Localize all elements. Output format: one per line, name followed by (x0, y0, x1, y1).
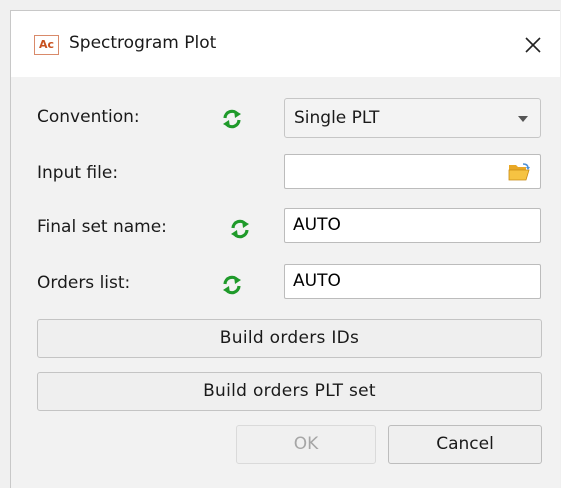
input-file-label: Input file: (37, 163, 119, 183)
screen: Ac Spectrogram Plot Convention: Single P… (0, 0, 561, 488)
refresh-icon (223, 109, 241, 129)
final-set-name-field[interactable]: AUTO (284, 208, 541, 243)
convention-selected-value: Single PLT (294, 108, 380, 128)
convention-label: Convention: (37, 107, 140, 127)
browse-file-button[interactable] (507, 162, 531, 182)
final-set-name-value: AUTO (293, 215, 341, 235)
build-orders-ids-button[interactable]: Build orders IDs (37, 319, 542, 358)
convention-dropdown[interactable]: Single PLT (284, 98, 541, 138)
dialog-title: Spectrogram Plot (69, 33, 217, 53)
convention-refresh-button[interactable] (221, 108, 243, 130)
refresh-icon (223, 275, 241, 295)
orders-list-field[interactable]: AUTO (284, 264, 541, 299)
orders-list-refresh-button[interactable] (221, 274, 243, 296)
refresh-icon (231, 219, 249, 239)
close-icon (525, 37, 541, 53)
chevron-down-icon (518, 116, 528, 122)
cancel-button[interactable]: Cancel (388, 425, 542, 464)
final-set-name-refresh-button[interactable] (229, 218, 251, 240)
build-orders-plt-set-button[interactable]: Build orders PLT set (37, 372, 542, 411)
orders-list-label: Orders list: (37, 273, 131, 293)
title-bar: Ac Spectrogram Plot (11, 11, 560, 77)
final-set-name-label: Final set name: (37, 217, 167, 237)
spectrogram-plot-dialog: Ac Spectrogram Plot Convention: Single P… (10, 10, 560, 488)
folder-open-icon (508, 163, 530, 181)
close-button[interactable] (521, 33, 545, 57)
app-icon: Ac (34, 35, 59, 55)
input-file-field[interactable] (284, 154, 541, 189)
ok-button[interactable]: OK (236, 425, 376, 464)
orders-list-value: AUTO (293, 271, 341, 291)
